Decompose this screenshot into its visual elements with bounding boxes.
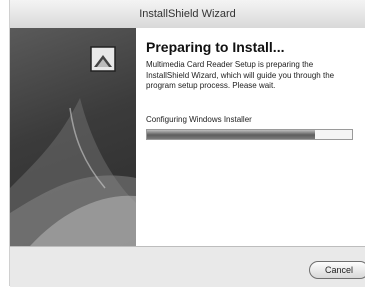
page-heading: Preparing to Install...	[146, 39, 285, 55]
status-text: Configuring Windows Installer	[146, 115, 252, 124]
progress-bar	[146, 129, 353, 140]
cancel-button[interactable]: Cancel	[309, 261, 365, 279]
installshield-logo-icon	[90, 46, 116, 72]
window-title: InstallShield Wizard	[139, 8, 236, 20]
description-text: Multimedia Card Reader Setup is preparin…	[146, 60, 335, 90]
installshield-wizard-window: InstallShield Wizard Preparing to Instal…	[9, 0, 365, 287]
side-banner	[10, 28, 136, 246]
progress-fill	[147, 130, 316, 139]
button-bar: Cancel	[10, 246, 365, 287]
decorative-waves	[10, 98, 136, 246]
content-panel: Preparing to Install... Multimedia Card …	[136, 28, 365, 246]
title-bar[interactable]: InstallShield Wizard	[10, 0, 365, 29]
